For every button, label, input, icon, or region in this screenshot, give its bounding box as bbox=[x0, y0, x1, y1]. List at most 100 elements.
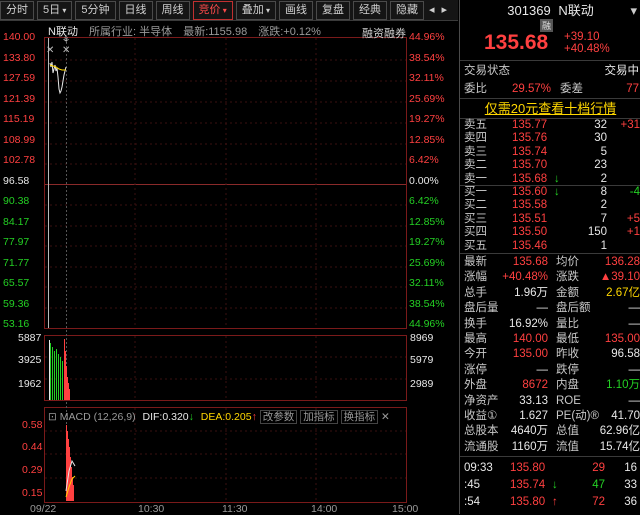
pct-axis-label: 44.96% bbox=[409, 31, 445, 43]
hide-button[interactable]: 隐藏 bbox=[390, 1, 424, 20]
price-line bbox=[50, 62, 66, 93]
tab-auction[interactable]: 竞价 bbox=[193, 1, 233, 20]
vol-label-mid: 3925 bbox=[18, 354, 41, 366]
high-marker-icon: ✕ bbox=[46, 45, 54, 56]
stat-value: 62.96亿 bbox=[600, 424, 640, 439]
level-label: 买三 bbox=[464, 213, 487, 226]
price-axis-label: 77.97 bbox=[3, 236, 29, 248]
chart-latest: 最新:1155.98 bbox=[183, 26, 247, 38]
pct-axis-label: 6.42% bbox=[409, 154, 439, 166]
macd-edit-params-button[interactable]: 改参数 bbox=[260, 410, 298, 424]
chart-info-bar: N联动 所属行业: 半导体 最新:1155.98 涨跌:+0.12% bbox=[48, 23, 408, 37]
level-label: 卖二 bbox=[464, 159, 487, 172]
overlay-button[interactable]: 叠加 bbox=[236, 1, 276, 20]
stat-value: 1.96万 bbox=[514, 286, 548, 301]
level-volume: 2 bbox=[601, 173, 607, 186]
stat-row: 换手16.92%量比— bbox=[460, 317, 640, 332]
macd-close-icon[interactable]: ✕ bbox=[381, 411, 390, 423]
sell-level-row[interactable]: 卖三135.745 bbox=[460, 146, 640, 159]
stat-label: 涨停 bbox=[464, 363, 487, 378]
stat-value: 2.67亿 bbox=[606, 286, 640, 301]
stat-value: 135.00 bbox=[605, 332, 640, 347]
draw-button[interactable]: 画线 bbox=[279, 1, 313, 20]
sell-level-row[interactable]: 卖四135.7630 bbox=[460, 132, 640, 145]
stat-value: 33.13 bbox=[519, 394, 548, 409]
tick-direction-icon: ↑ bbox=[552, 495, 558, 510]
stat-row: 盘后量—盘后额— bbox=[460, 301, 640, 316]
tick-volume: 72 bbox=[592, 495, 605, 510]
trade-status-row: 交易状态 交易中 bbox=[460, 64, 640, 79]
level-label: 卖一 bbox=[464, 173, 487, 186]
macd-add-indicator-button[interactable]: 加指标 bbox=[300, 410, 338, 424]
scroll-left-icon[interactable]: ◂ bbox=[427, 2, 437, 19]
macd-switch-indicator-button[interactable]: 换指标 bbox=[341, 410, 379, 424]
stat-label: 涨幅 bbox=[464, 270, 487, 285]
vol-right-mid: 5979 bbox=[410, 354, 433, 366]
tick-row[interactable]: 09:33135.802916 bbox=[460, 461, 640, 476]
tick-price: 135.80 bbox=[510, 495, 545, 510]
price-axis-label: 115.19 bbox=[3, 113, 34, 125]
tick-row[interactable]: :45135.74↓4733 bbox=[460, 478, 640, 493]
buy-level-row[interactable]: 买三135.517+5 bbox=[460, 213, 640, 226]
stat-label: 金额 bbox=[556, 286, 579, 301]
level-label: 卖四 bbox=[464, 132, 487, 145]
pct-axis-label: 19.27% bbox=[409, 236, 445, 248]
stat-label: ROE bbox=[556, 394, 581, 409]
buy-level-row[interactable]: 买五135.461 bbox=[460, 240, 640, 253]
tab-intraday[interactable]: 分时 bbox=[0, 1, 34, 20]
level-label: 卖五 bbox=[464, 119, 487, 132]
level-price: 135.77 bbox=[512, 119, 547, 132]
buy-level-row[interactable]: 买一135.60↓8-4 bbox=[460, 186, 640, 199]
menu-arrow-icon[interactable]: ▾ bbox=[630, 3, 637, 18]
level2-promo-link[interactable]: 仅需20元查看十档行情 bbox=[460, 101, 640, 116]
stat-label: 换手 bbox=[464, 317, 487, 332]
scroll-right-icon[interactable]: ▸ bbox=[440, 2, 450, 19]
price-axis-label: 65.57 bbox=[3, 277, 29, 289]
svg-text:✕: ✕ bbox=[62, 45, 70, 56]
price-axis-label: 90.38 bbox=[3, 195, 29, 207]
tab-5day[interactable]: 5日 bbox=[37, 1, 72, 20]
price-axis-label: 53.16 bbox=[3, 318, 29, 330]
level-volume: 5 bbox=[601, 146, 607, 159]
chart-toolbar: 分时 5日 5分钟 日线 周线 竞价 叠加 画线 复盘 经典 隐藏 ◂ ▸ bbox=[0, 0, 458, 21]
sell-level-row[interactable]: 卖二135.7023 bbox=[460, 159, 640, 172]
volume-bars bbox=[49, 339, 70, 400]
stat-value: 135.00 bbox=[513, 347, 548, 362]
stat-value: — bbox=[537, 363, 549, 378]
price-change: +39.10 bbox=[564, 31, 610, 43]
stat-row: 外盘8672内盘1.10万 bbox=[460, 378, 640, 393]
buy-level-row[interactable]: 买二135.582 bbox=[460, 199, 640, 212]
stock-code: 301369 bbox=[507, 3, 550, 18]
sell-level-row[interactable]: 卖五135.7732+31 bbox=[460, 119, 640, 132]
stat-value: 140.00 bbox=[513, 332, 548, 347]
price-axis-label: 102.78 bbox=[3, 154, 35, 166]
price-change-pct: +40.48% bbox=[564, 43, 610, 55]
stat-label: 均价 bbox=[556, 255, 579, 270]
tab-weekly[interactable]: 周线 bbox=[156, 1, 190, 20]
level-change: +5 bbox=[627, 213, 640, 226]
price-axis-label: 96.58 bbox=[3, 175, 29, 187]
buy-level-row[interactable]: 买四135.50150+1 bbox=[460, 226, 640, 239]
stat-label: 涨跌 bbox=[556, 270, 579, 285]
stat-value: 135.68 bbox=[513, 255, 548, 270]
tick-volume: 47 bbox=[592, 478, 605, 493]
macd-lock-icon[interactable]: ⊡ bbox=[48, 411, 57, 423]
intraday-chart[interactable]: ✕ ⚘ ✕ bbox=[0, 21, 458, 514]
classic-button[interactable]: 经典 bbox=[353, 1, 387, 20]
stat-value: 15.74亿 bbox=[600, 440, 640, 455]
vol-right-low: 2989 bbox=[410, 378, 433, 390]
price-axis-label: 71.77 bbox=[3, 257, 29, 269]
tab-daily[interactable]: 日线 bbox=[119, 1, 153, 20]
down-arrow-icon: ↓ bbox=[554, 186, 560, 199]
stat-label: 今开 bbox=[464, 347, 487, 362]
margin-trading-link[interactable]: 融资融券 bbox=[362, 25, 406, 41]
stat-row: 收益①1.627PE(动)®41.70 bbox=[460, 409, 640, 424]
tab-5min[interactable]: 5分钟 bbox=[75, 1, 115, 20]
tick-price: 135.80 bbox=[510, 461, 545, 476]
sell-level-row[interactable]: 卖一135.68↓2 bbox=[460, 173, 640, 186]
replay-button[interactable]: 复盘 bbox=[316, 1, 350, 20]
pct-axis-label: 32.11% bbox=[409, 72, 444, 84]
stat-value: ▲39.10 bbox=[600, 270, 640, 285]
tick-row[interactable]: :54135.80↑7236 bbox=[460, 495, 640, 510]
price-axis-label: 59.36 bbox=[3, 298, 29, 310]
